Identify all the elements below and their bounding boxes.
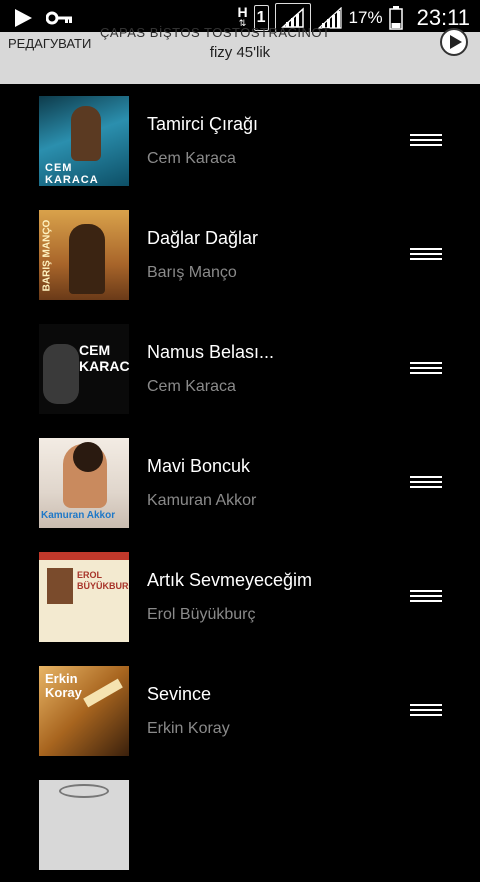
playlist-title: fizy 45'lik: [209, 44, 271, 61]
track-row[interactable]: Erkin Koray Sevince Erkin Koray: [0, 654, 480, 768]
track-row[interactable]: [0, 768, 480, 882]
track-title: Sevince: [147, 684, 212, 704]
album-cover: Erkin Koray: [39, 666, 129, 756]
cover-label: BARIŞ MANÇO: [41, 219, 53, 292]
track-title: Mavi Boncuk: [147, 456, 251, 476]
album-cover: EROL BÜYÜKBURÇ: [39, 552, 129, 642]
album-cover: Kamuran Akkor: [39, 438, 129, 528]
track-title: Dağlar Dağlar: [147, 228, 259, 248]
cover-label: EROL BÜYÜKBURÇ: [77, 570, 129, 591]
cover-label: CEM KARACA: [45, 162, 99, 186]
track-artist: Cem Karaca: [147, 378, 236, 395]
battery-percent: 17%: [348, 8, 383, 27]
drag-handle-icon[interactable]: [410, 362, 442, 376]
track-artist: Kamuran Akkor: [147, 492, 257, 509]
track-row[interactable]: CEM KARACA Namus Belası... Cem Karaca: [0, 312, 480, 426]
playlist-header: ÇAPAS BİŞTOS TOSTOSTRACINOT РЕДАГУВАТИ f…: [0, 25, 480, 84]
album-cover: [39, 780, 129, 870]
cover-label: Erkin Koray: [45, 671, 82, 700]
drag-handle-icon[interactable]: [410, 476, 442, 490]
cover-label: Kamuran Akkor: [41, 510, 116, 521]
track-title: Tamirci Çırağı: [147, 114, 259, 134]
drag-handle-icon[interactable]: [410, 134, 442, 148]
battery-icon: [388, 6, 403, 30]
clock: 23:11: [416, 5, 470, 30]
track-row[interactable]: Kamuran Akkor Mavi Boncuk Kamuran Akkor: [0, 426, 480, 540]
drag-handle-icon[interactable]: [410, 704, 442, 718]
album-cover: CEM KARACA: [39, 324, 129, 414]
track-row[interactable]: CEM KARACA Tamirci Çırağı Cem Karaca: [0, 84, 480, 198]
track-artist: Erkin Koray: [147, 720, 230, 737]
track-artist: Barış Manço: [147, 264, 237, 281]
track-title: Artık Sevmeyeceğim: [147, 570, 313, 590]
key-icon: [46, 11, 72, 25]
header-overline: ÇAPAS BİŞTOS TOSTOSTRACINOT: [100, 25, 331, 40]
album-cover: CEM KARACA: [39, 96, 129, 186]
track-row[interactable]: EROL BÜYÜKBURÇ Artık Sevmeyeceğim Erol B…: [0, 540, 480, 654]
cover-label: CEM KARACA: [79, 342, 129, 374]
track-title: Namus Belası...: [147, 342, 275, 362]
track-artist: Erol Büyükburç: [147, 606, 256, 623]
drag-handle-icon[interactable]: [410, 248, 442, 262]
track-row[interactable]: BARIŞ MANÇO Dağlar Dağlar Barış Manço: [0, 198, 480, 312]
play-circle-icon[interactable]: [440, 28, 468, 56]
track-artist: Cem Karaca: [147, 150, 236, 167]
album-cover: BARIŞ MANÇO: [39, 210, 129, 300]
play-icon: [15, 9, 32, 27]
drag-handle-icon[interactable]: [410, 590, 442, 604]
